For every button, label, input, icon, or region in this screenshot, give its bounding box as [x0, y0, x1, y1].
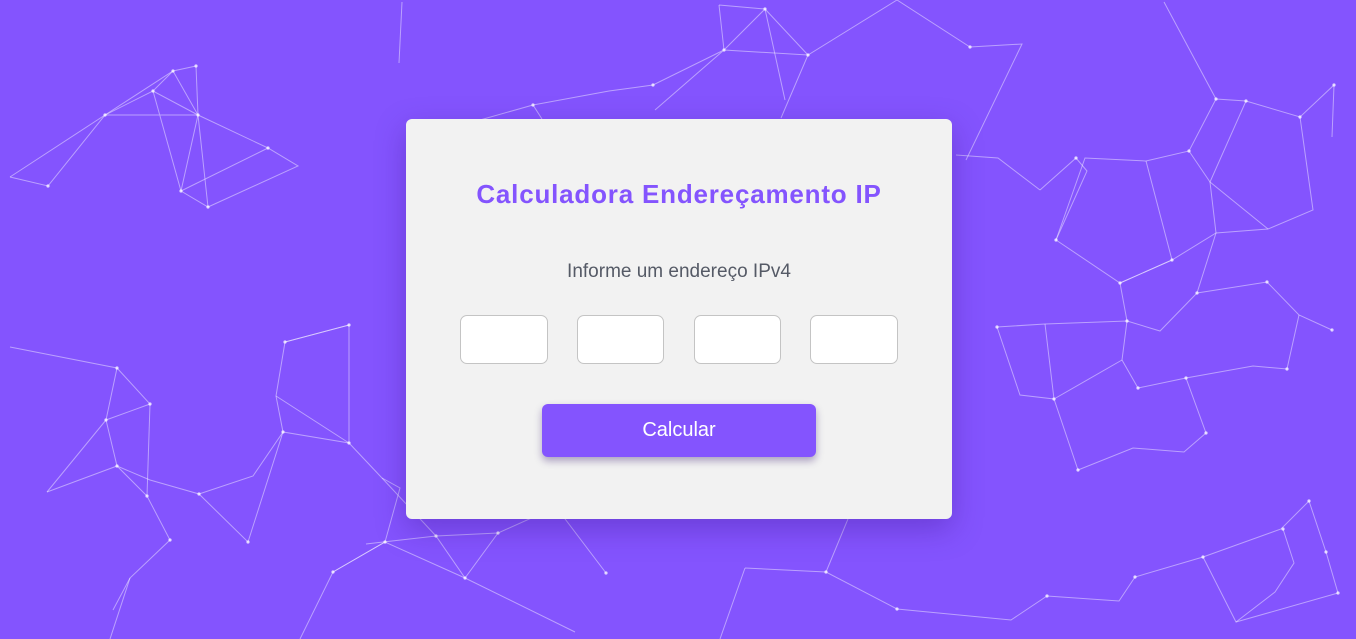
calculator-card: Calculadora Endereçamento IP Informe um …	[406, 119, 952, 519]
page-title: Calculadora Endereçamento IP	[476, 179, 882, 209]
octet-3-input[interactable]	[694, 315, 781, 364]
octet-2-input[interactable]	[577, 315, 664, 364]
ipv4-prompt-label: Informe um endereço IPv4	[567, 261, 791, 282]
ipv4-octet-group	[460, 315, 898, 364]
calculate-button[interactable]: Calcular	[542, 404, 816, 457]
octet-1-input[interactable]	[460, 315, 548, 364]
octet-4-input[interactable]	[810, 315, 898, 364]
